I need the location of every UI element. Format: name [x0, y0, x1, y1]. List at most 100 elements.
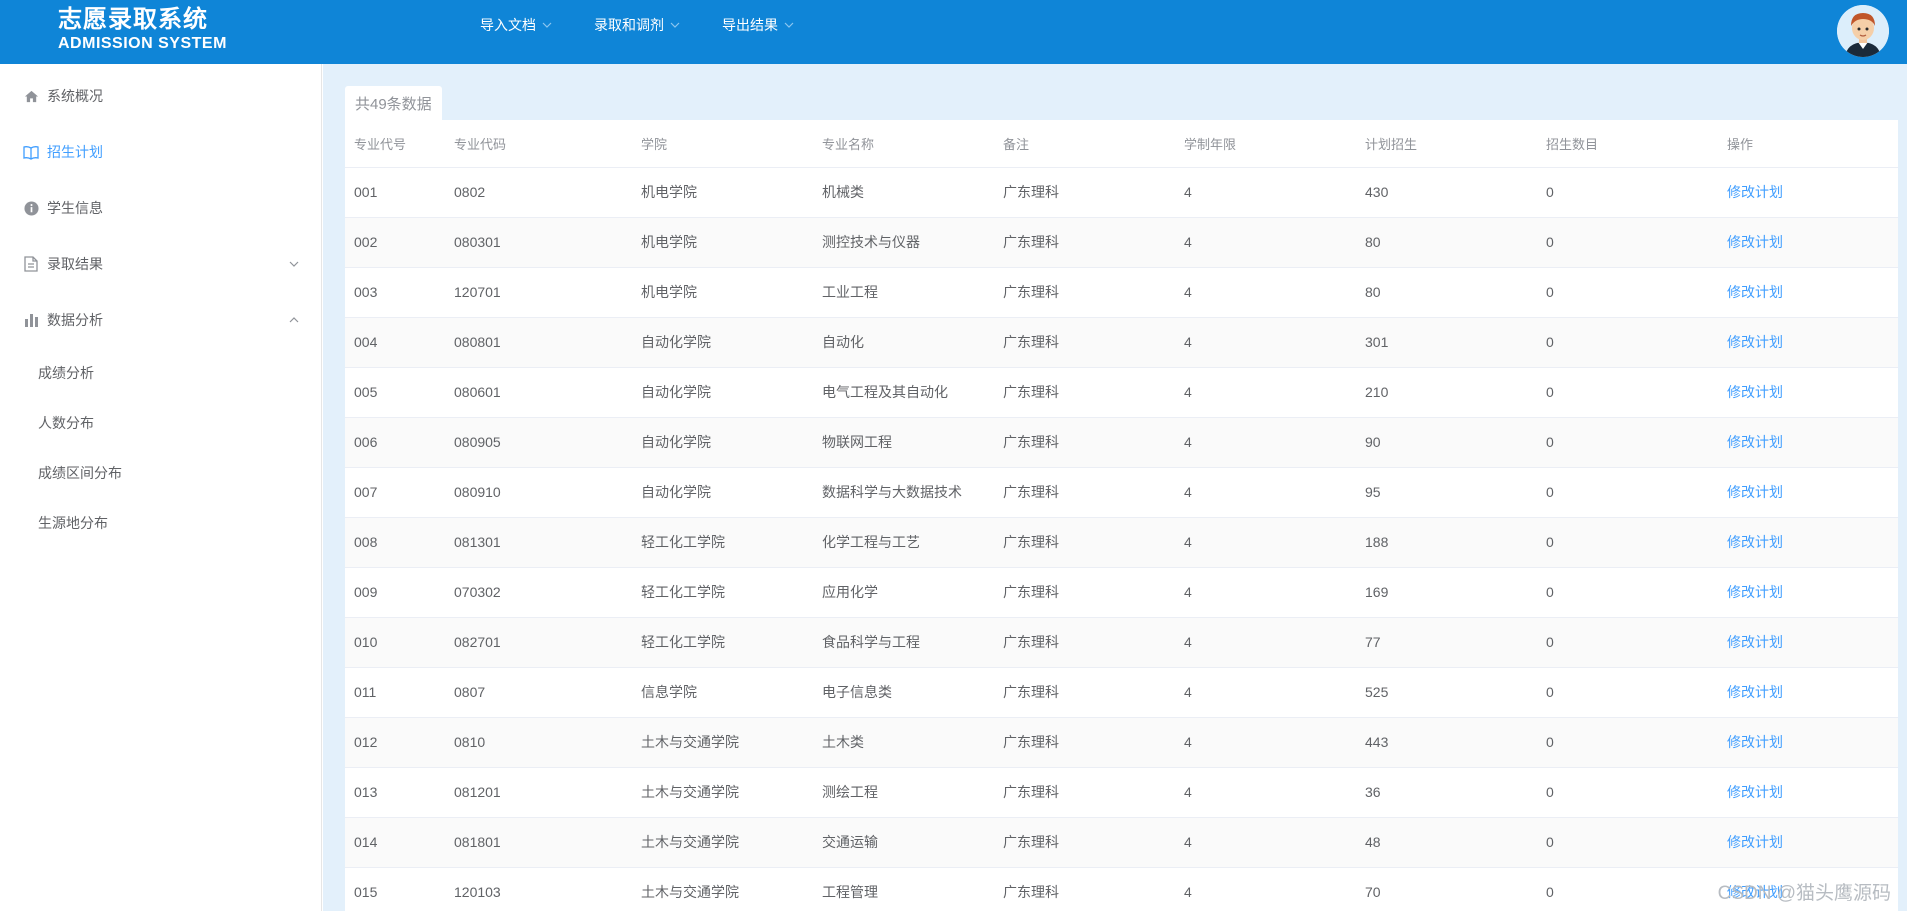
table-cell-action: 修改计划	[1718, 517, 1898, 568]
table-cell: 测绘工程	[813, 767, 994, 818]
table-cell: 4	[1175, 217, 1356, 268]
sidebar: 系统概况 招生计划 学生信息 录取结果 数据分析 成绩分析 人数分布 成绩区间分…	[0, 64, 322, 911]
submenu-count-distribution[interactable]: 人数分布	[0, 398, 321, 448]
table-cell: 广东理科	[994, 717, 1175, 768]
table-cell: 0	[1537, 617, 1718, 668]
column-header[interactable]: 专业代号	[345, 120, 445, 168]
table-cell: 自动化学院	[632, 367, 813, 418]
table-cell-action: 修改计划	[1718, 467, 1898, 518]
submenu-score-analysis[interactable]: 成绩分析	[0, 348, 321, 398]
table-cell: 80	[1356, 267, 1537, 318]
column-header[interactable]: 专业代码	[445, 120, 632, 168]
table-cell: 广东理科	[994, 667, 1175, 718]
table-cell: 交通运输	[813, 817, 994, 868]
sidebar-item-data-analysis[interactable]: 数据分析	[0, 292, 321, 348]
table-cell: 005	[345, 367, 445, 418]
edit-plan-link[interactable]: 修改计划	[1727, 734, 1783, 750]
edit-plan-link[interactable]: 修改计划	[1727, 234, 1783, 250]
table-cell: 广东理科	[994, 867, 1175, 911]
table-row: 014 081801 土木与交通学院 交通运输 广东理科 4 48 0 修改计划	[345, 817, 1898, 868]
table-cell: 169	[1356, 567, 1537, 618]
chevron-down-icon	[542, 20, 552, 30]
table-cell: 自动化学院	[632, 467, 813, 518]
column-header[interactable]: 备注	[994, 120, 1175, 168]
edit-plan-link[interactable]: 修改计划	[1727, 434, 1783, 450]
edit-plan-link[interactable]: 修改计划	[1727, 784, 1783, 800]
table-cell: 013	[345, 767, 445, 818]
sidebar-item-label: 系统概况	[47, 88, 103, 104]
sidebar-item-overview[interactable]: 系统概况	[0, 68, 321, 124]
nav-export-results[interactable]: 导出结果	[722, 15, 794, 35]
table-cell: 070302	[445, 567, 632, 618]
table-cell: 土木与交通学院	[632, 717, 813, 768]
table-cell: 0802	[445, 167, 632, 218]
edit-plan-link[interactable]: 修改计划	[1727, 384, 1783, 400]
table-cell: 010	[345, 617, 445, 668]
table-cell: 4	[1175, 617, 1356, 668]
table-cell: 0	[1537, 667, 1718, 718]
column-header[interactable]: 学院	[632, 120, 813, 168]
table-cell: 4	[1175, 517, 1356, 568]
table-cell: 4	[1175, 317, 1356, 368]
table-cell: 301	[1356, 317, 1537, 368]
table-cell: 化学工程与工艺	[813, 517, 994, 568]
table-cell: 36	[1356, 767, 1537, 818]
user-avatar[interactable]	[1837, 5, 1889, 57]
sidebar-item-student-info[interactable]: 学生信息	[0, 180, 321, 236]
sidebar-item-enrollment-plan[interactable]: 招生计划	[0, 124, 321, 180]
brand-title-en: ADMISSION SYSTEM	[58, 35, 227, 52]
column-header[interactable]: 操作	[1718, 120, 1898, 168]
table-cell: 90	[1356, 417, 1537, 468]
table-row: 009 070302 轻工化工学院 应用化学 广东理科 4 169 0 修改计划	[345, 567, 1898, 618]
submenu-score-range-distribution[interactable]: 成绩区间分布	[0, 448, 321, 498]
table-cell: 007	[345, 467, 445, 518]
table-cell-action: 修改计划	[1718, 667, 1898, 718]
column-header[interactable]: 招生数目	[1537, 120, 1718, 168]
column-header[interactable]: 专业名称	[813, 120, 994, 168]
edit-plan-link[interactable]: 修改计划	[1727, 534, 1783, 550]
edit-plan-link[interactable]: 修改计划	[1727, 684, 1783, 700]
edit-plan-link[interactable]: 修改计划	[1727, 284, 1783, 300]
table-cell: 120701	[445, 267, 632, 318]
table-row: 004 080801 自动化学院 自动化 广东理科 4 301 0 修改计划	[345, 317, 1898, 368]
nav-import-docs-label: 导入文档	[480, 17, 536, 33]
edit-plan-link[interactable]: 修改计划	[1727, 584, 1783, 600]
sidebar-item-label: 数据分析	[47, 312, 103, 328]
edit-plan-link[interactable]: 修改计划	[1727, 484, 1783, 500]
top-nav: 导入文档 录取和调剂 导出结果	[480, 0, 836, 50]
edit-plan-link[interactable]: 修改计划	[1727, 634, 1783, 650]
table-cell-action: 修改计划	[1718, 617, 1898, 668]
submenu-origin-distribution[interactable]: 生源地分布	[0, 498, 321, 548]
sidebar-item-label: 录取结果	[47, 256, 103, 272]
table-cell: 081201	[445, 767, 632, 818]
nav-import-docs[interactable]: 导入文档	[480, 15, 552, 35]
table-cell: 电子信息类	[813, 667, 994, 718]
sidebar-item-admission-results[interactable]: 录取结果	[0, 236, 321, 292]
table-cell: 广东理科	[994, 417, 1175, 468]
table-cell: 广东理科	[994, 367, 1175, 418]
table-cell-action: 修改计划	[1718, 817, 1898, 868]
table-cell: 4	[1175, 267, 1356, 318]
nav-admission-adjust[interactable]: 录取和调剂	[594, 15, 680, 35]
column-header[interactable]: 学制年限	[1175, 120, 1356, 168]
table-cell: 4	[1175, 467, 1356, 518]
edit-plan-link[interactable]: 修改计划	[1727, 184, 1783, 200]
table-cell: 0	[1537, 867, 1718, 911]
table-row: 002 080301 机电学院 测控技术与仪器 广东理科 4 80 0 修改计划	[345, 217, 1898, 268]
table-cell: 自动化	[813, 317, 994, 368]
table-row: 006 080905 自动化学院 物联网工程 广东理科 4 90 0 修改计划	[345, 417, 1898, 468]
sidebar-item-label: 学生信息	[47, 200, 103, 216]
table-cell: 4	[1175, 867, 1356, 911]
table-cell: 土木类	[813, 717, 994, 768]
table-cell: 0	[1537, 467, 1718, 518]
table-cell: 测控技术与仪器	[813, 217, 994, 268]
edit-plan-link[interactable]: 修改计划	[1727, 334, 1783, 350]
table-cell: 广东理科	[994, 817, 1175, 868]
table-cell: 006	[345, 417, 445, 468]
edit-plan-link[interactable]: 修改计划	[1727, 834, 1783, 850]
main-content: 共49条数据 专业代号 专业代码 学院 专业名称 备注 学制年限 计划招生 招生…	[323, 64, 1907, 911]
table-cell: 4	[1175, 767, 1356, 818]
column-header[interactable]: 计划招生	[1356, 120, 1537, 168]
table-cell: 015	[345, 867, 445, 911]
table-cell: 003	[345, 267, 445, 318]
